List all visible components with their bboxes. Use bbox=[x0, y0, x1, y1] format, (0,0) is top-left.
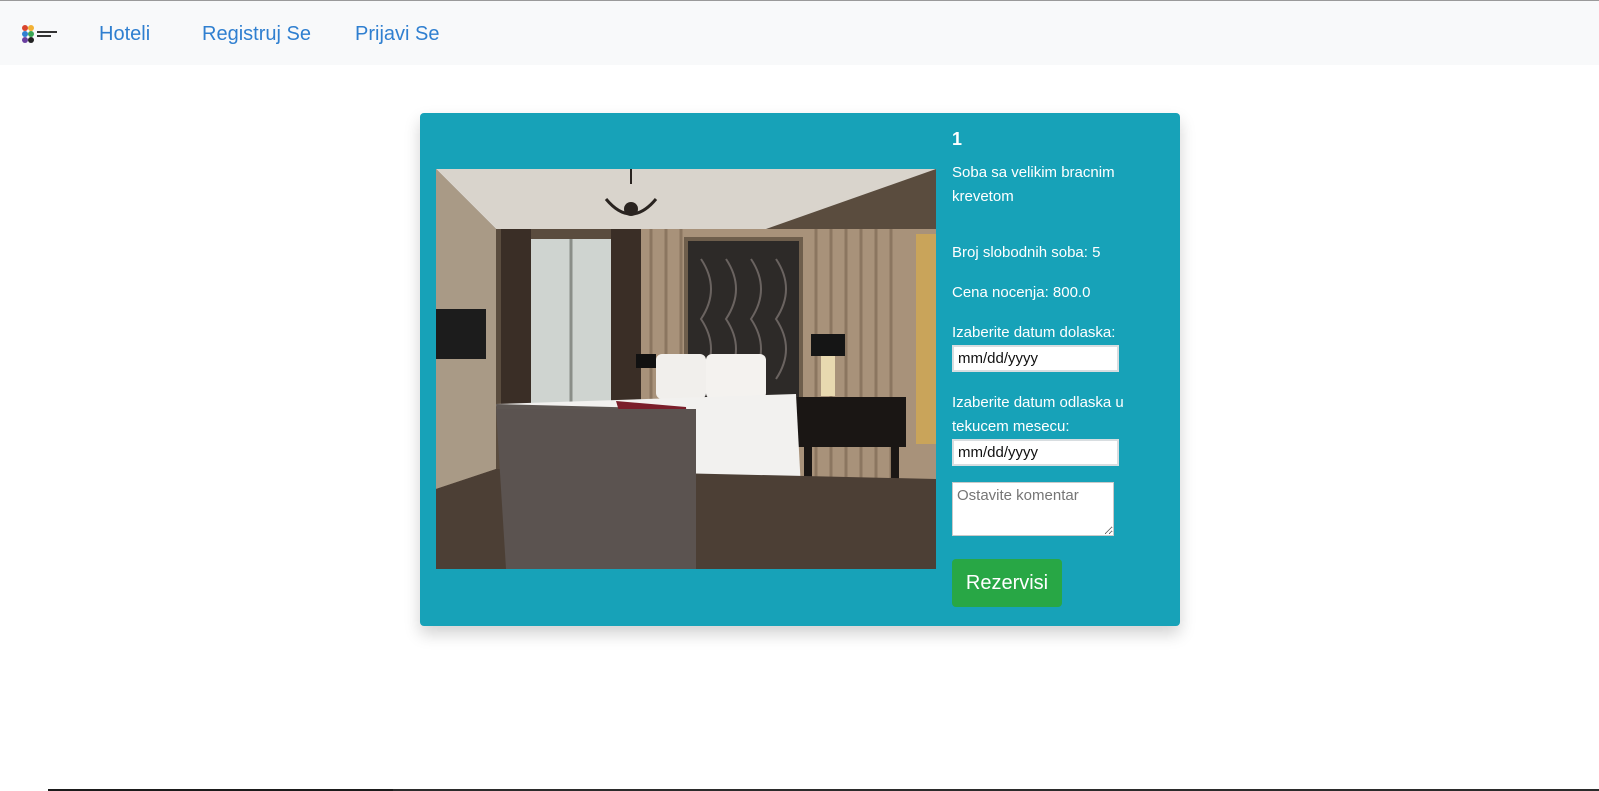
reserve-button[interactable]: Rezervisi bbox=[952, 559, 1062, 607]
departure-date-input[interactable]: mm/dd/yyyy bbox=[952, 439, 1119, 466]
nav-link-registruj[interactable]: Registruj Se bbox=[202, 23, 311, 46]
arrival-date-label: Izaberite datum dolaska: bbox=[952, 324, 1116, 341]
price-text: Cena nocenja: 800.0 bbox=[952, 284, 1091, 301]
hyatt-place-logo[interactable] bbox=[21, 23, 61, 45]
room-photo bbox=[436, 169, 936, 569]
room-card: 1 Soba sa velikim bracnim krevetom Broj … bbox=[420, 113, 1180, 626]
departure-date-label: Izaberite datum odlaska u tekucem mesecu… bbox=[952, 394, 1124, 435]
navbar: Hoteli Registruj Se Prijavi Se bbox=[0, 1, 1599, 65]
room-number: 1 bbox=[952, 129, 963, 149]
arrival-date-input[interactable]: mm/dd/yyyy bbox=[952, 345, 1119, 372]
room-description: Soba sa velikim bracnim krevetom bbox=[952, 164, 1115, 205]
free-rooms-text: Broj slobodnih soba: 5 bbox=[952, 244, 1101, 261]
comment-textarea[interactable] bbox=[952, 482, 1114, 536]
nav-link-hoteli[interactable]: Hoteli bbox=[99, 23, 150, 46]
nav-link-prijavi[interactable]: Prijavi Se bbox=[355, 23, 439, 46]
